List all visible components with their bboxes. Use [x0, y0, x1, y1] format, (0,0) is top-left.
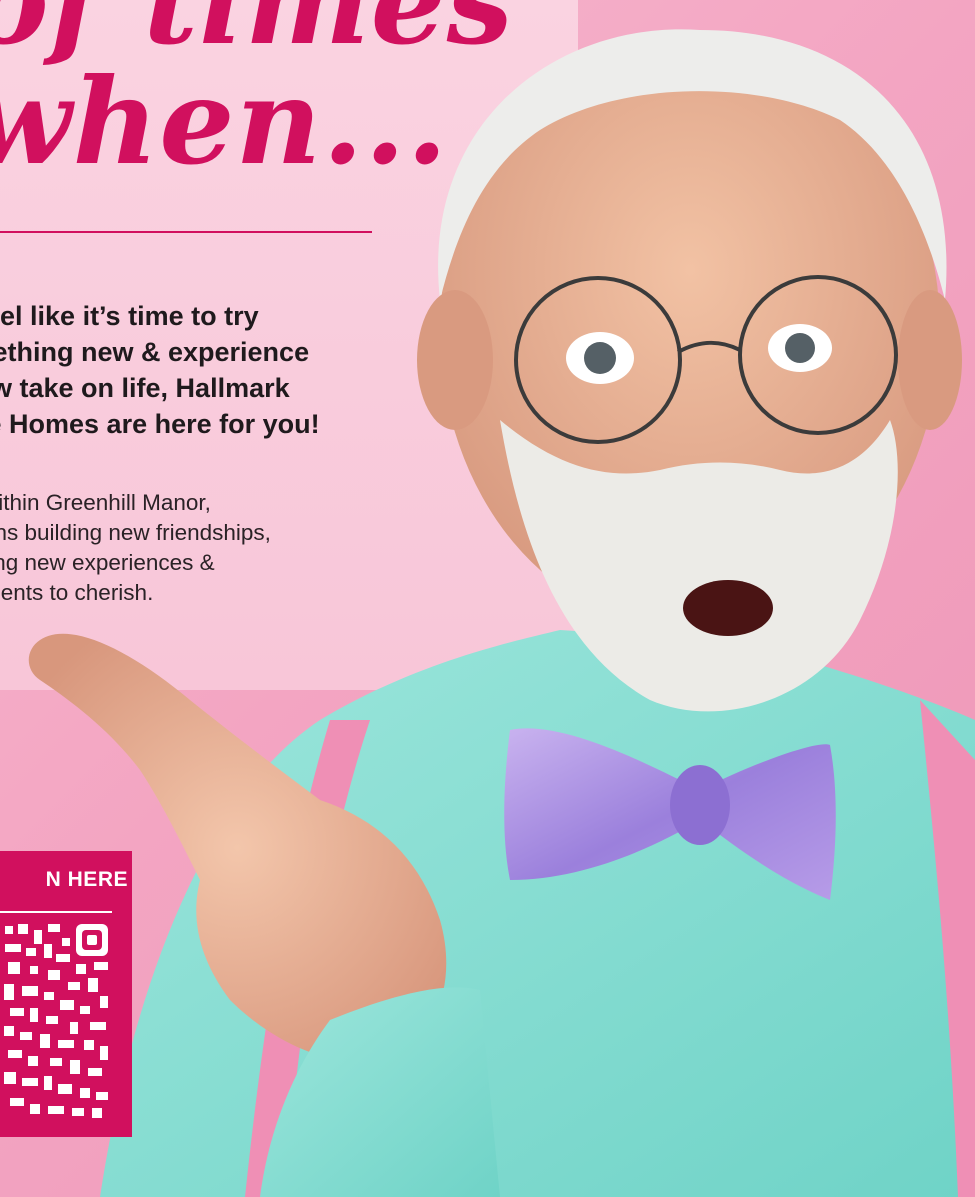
senior-man-pointing-photo	[28, 29, 975, 1197]
qr-scan-panel: N HERE	[0, 851, 132, 1137]
qr-code-icon[interactable]	[0, 922, 112, 1122]
qr-label-rule	[0, 911, 112, 913]
qr-scan-label: N HERE	[45, 868, 128, 891]
open-mouth	[683, 580, 773, 636]
